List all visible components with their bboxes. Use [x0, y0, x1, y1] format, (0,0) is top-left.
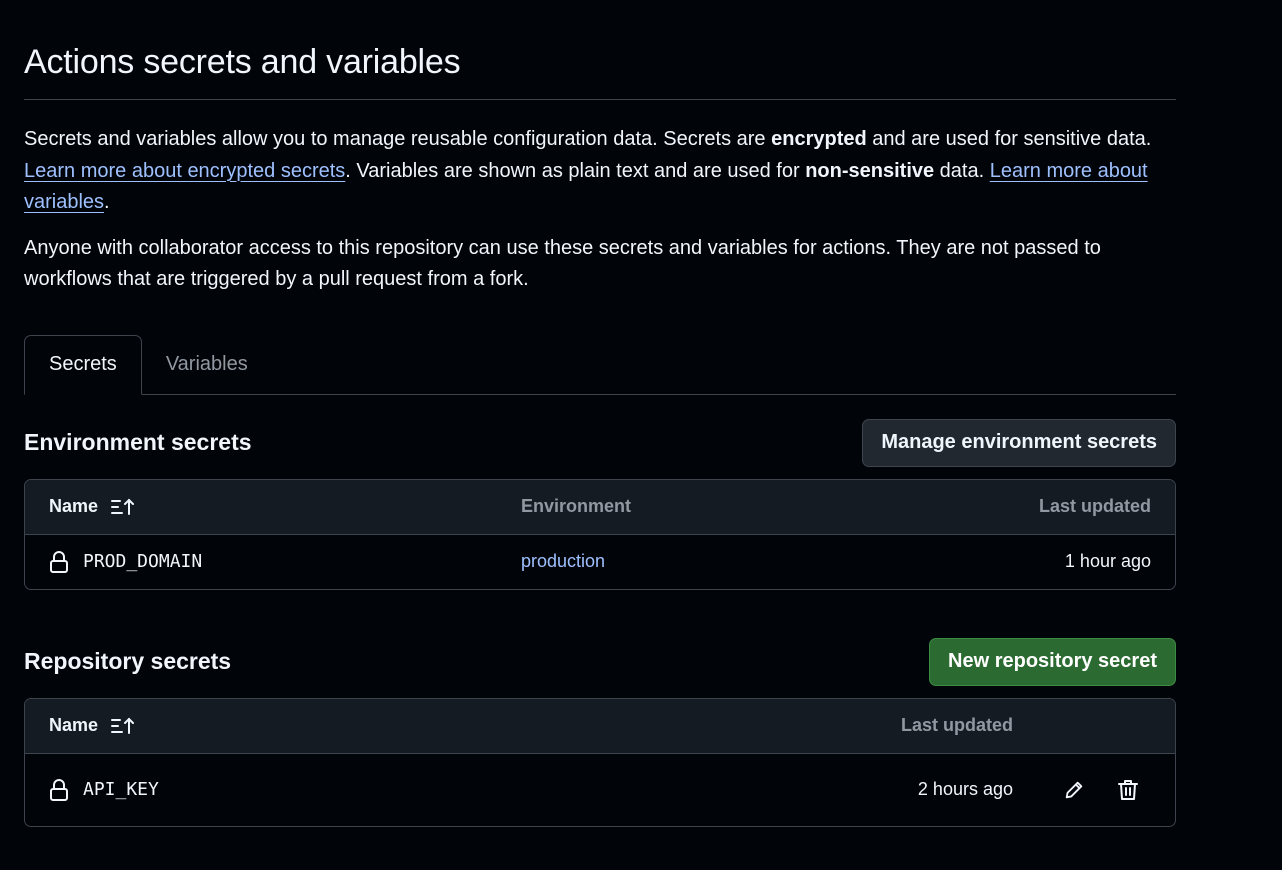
repository-secrets-table: Name Last updated API_KEY 2 hours ago: [24, 697, 1176, 827]
lock-icon: [49, 778, 69, 802]
name-column-header[interactable]: Name: [49, 496, 136, 517]
tab-bar: Secrets Variables: [24, 334, 1176, 395]
manage-environment-secrets-button[interactable]: Manage environment secrets: [862, 418, 1176, 467]
pencil-icon[interactable]: [1063, 778, 1085, 802]
intro-bold-non-sensitive: non-sensitive: [805, 159, 935, 182]
intro-text-3: . Variables are shown as plain text and …: [345, 159, 806, 182]
name-column-label: Name: [49, 496, 99, 516]
environment-secrets-header: Environment secrets Manage environment s…: [24, 418, 1176, 467]
intro-text-4: data.: [934, 159, 990, 182]
table-row: API_KEY 2 hours ago: [25, 754, 1175, 826]
last-updated-value: 1 hour ago: [1064, 551, 1151, 571]
trash-icon[interactable]: [1117, 778, 1139, 802]
intro-text-1: Secrets and variables allow you to manag…: [24, 128, 772, 150]
intro-paragraph: Secrets and variables allow you to manag…: [24, 124, 1176, 219]
name-column-header[interactable]: Name: [49, 715, 136, 736]
environment-secrets-table: Name Environment Last updated PROD_DOMAI…: [24, 478, 1176, 590]
secret-name-cell: API_KEY: [49, 778, 159, 802]
table-row: PROD_DOMAIN production 1 hour ago: [25, 535, 1175, 589]
table-header: Name Last updated: [25, 698, 1175, 754]
repository-secrets-header: Repository secrets New repository secret: [24, 637, 1176, 686]
row-actions: [1063, 778, 1139, 802]
sort-ascending-icon[interactable]: [110, 497, 136, 517]
settings-page: Actions secrets and variables Secrets an…: [24, 0, 1176, 827]
environment-link[interactable]: production: [521, 551, 605, 572]
table-header: Name Environment Last updated: [25, 479, 1175, 535]
environment-secrets-heading: Environment secrets: [24, 429, 252, 455]
secret-name: PROD_DOMAIN: [83, 551, 203, 572]
secret-name-cell: PROD_DOMAIN: [49, 550, 202, 574]
name-column-label: Name: [49, 715, 99, 735]
secret-name: API_KEY: [83, 779, 159, 800]
last-updated-column-header: Last updated: [1038, 496, 1151, 516]
new-repository-secret-button[interactable]: New repository secret: [929, 637, 1176, 686]
lock-icon: [49, 550, 69, 574]
last-updated-value: 2 hours ago: [917, 779, 1013, 799]
last-updated-column-header: Last updated: [900, 715, 1013, 735]
intro-text-5: .: [104, 191, 110, 213]
tab-variables[interactable]: Variables: [142, 335, 272, 394]
learn-more-secrets-link[interactable]: Learn more about encrypted secrets: [24, 160, 345, 182]
tab-secrets[interactable]: Secrets: [24, 334, 142, 395]
sort-ascending-icon[interactable]: [110, 716, 136, 736]
repository-secrets-heading: Repository secrets: [24, 648, 232, 674]
environment-column-header: Environment: [521, 496, 632, 516]
intro-bold-encrypted: encrypted: [771, 128, 867, 150]
collaborator-note: Anyone with collaborator access to this …: [24, 236, 1101, 291]
intro-text-2: and are used for sensitive data.: [866, 128, 1152, 150]
page-title: Actions secrets and variables: [24, 0, 1176, 100]
